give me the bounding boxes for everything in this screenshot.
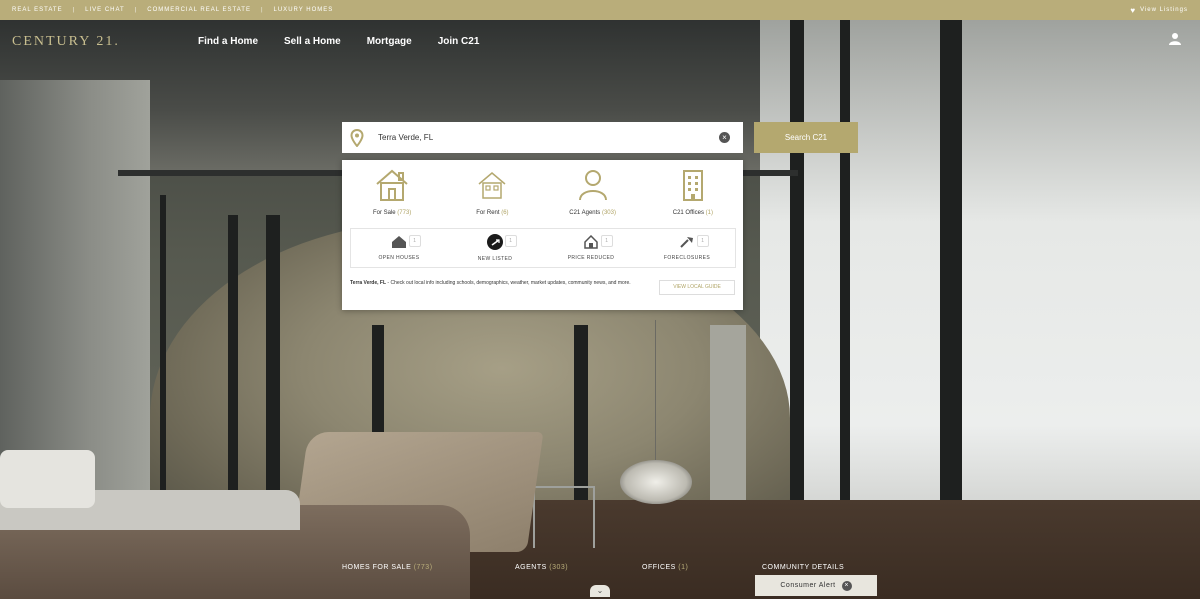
search-input[interactable]: [372, 127, 719, 148]
filter-price-reduced[interactable]: 1 Price Reduced: [543, 229, 639, 267]
heart-icon: ♥: [1130, 5, 1137, 15]
community-details-link[interactable]: Community Details: [762, 564, 844, 571]
window-frame: [266, 215, 280, 515]
search-button[interactable]: Search C21: [754, 122, 858, 153]
window-frame: [840, 20, 850, 580]
hanging-pod-chair: [620, 460, 692, 504]
user-account-icon[interactable]: [1168, 32, 1182, 46]
filter-label: Foreclosures: [663, 255, 711, 261]
office-icon: [682, 170, 703, 201]
category-row: For Sale (773) For Rent (6) C21 Agents (…: [342, 168, 743, 228]
separator: |: [72, 7, 76, 13]
view-listings-link[interactable]: ♥ View Listings: [1130, 0, 1188, 20]
local-info-description: Terra Verde, FL - Check out local info i…: [350, 280, 631, 286]
agents-link[interactable]: Agents (303): [515, 564, 568, 571]
utility-link-live-chat[interactable]: Live Chat: [85, 7, 125, 13]
nav-find-a-home[interactable]: Find a Home: [198, 36, 258, 47]
filter-count-badge: 1: [408, 235, 421, 247]
nav-sell-a-home[interactable]: Sell a Home: [284, 36, 341, 47]
category-label: For Rent (6): [476, 210, 509, 216]
filter-count-badge: 1: [696, 235, 709, 247]
main-nav: Find a Home Sell a Home Mortgage Join C2…: [198, 36, 479, 47]
filter-open-houses[interactable]: 1 Open Houses: [351, 229, 447, 267]
nav-join-c21[interactable]: Join C21: [438, 36, 480, 47]
filter-label: Open Houses: [378, 255, 420, 261]
window-frame: [790, 20, 804, 580]
consumer-alert-label: Consumer Alert: [780, 582, 836, 589]
window-frame: [228, 215, 238, 515]
agent-icon: [578, 170, 607, 201]
pillow: [0, 450, 95, 508]
view-local-guide-button[interactable]: View Local Guide: [659, 280, 735, 295]
offices-link[interactable]: Offices (1): [642, 564, 688, 571]
rental-icon: [478, 172, 506, 199]
category-label: For Sale (773): [372, 210, 412, 216]
view-listings-label: View Listings: [1140, 7, 1188, 13]
new-listing-icon: [487, 234, 503, 250]
close-alert-icon[interactable]: ×: [841, 580, 852, 591]
filter-count-badge: 1: [600, 235, 613, 247]
category-label: C21 Agents (303): [569, 210, 616, 216]
location-search-bar: ×: [342, 122, 743, 153]
separator: |: [260, 7, 264, 13]
utility-link-commercial[interactable]: Commercial Real Estate: [147, 7, 251, 13]
side-table: [533, 486, 595, 548]
utility-links: Real Estate | Live Chat | Commercial Rea…: [12, 0, 333, 20]
category-for-rent[interactable]: For Rent (6): [442, 168, 542, 228]
filter-foreclosures[interactable]: 1 Foreclosures: [639, 229, 735, 267]
utility-link-luxury[interactable]: Luxury Homes: [274, 7, 334, 13]
nav-mortgage[interactable]: Mortgage: [367, 36, 412, 47]
window-frame: [160, 195, 166, 515]
category-offices[interactable]: C21 Offices (1): [643, 168, 743, 228]
category-for-sale[interactable]: For Sale (773): [342, 168, 442, 228]
location-pin-icon: [342, 122, 372, 153]
filter-new-listed[interactable]: 1 New Listed: [447, 229, 543, 267]
homes-for-sale-link[interactable]: Homes for Sale (773): [342, 564, 433, 571]
clear-search-icon[interactable]: ×: [719, 132, 730, 143]
foreclosure-icon: [680, 237, 693, 248]
house-icon: [376, 169, 408, 201]
utility-bar: Real Estate | Live Chat | Commercial Rea…: [0, 0, 1200, 20]
century21-logo[interactable]: CENTURY 21.: [12, 34, 120, 50]
open-house-icon: [392, 236, 406, 248]
category-agents[interactable]: C21 Agents (303): [543, 168, 643, 228]
separator: |: [134, 7, 138, 13]
search-suggestions-panel: For Sale (773) For Rent (6) C21 Agents (…: [342, 160, 743, 310]
scroll-down-icon[interactable]: ⌄: [590, 585, 610, 597]
utility-link-real-estate[interactable]: Real Estate: [12, 7, 63, 13]
price-reduced-icon: [584, 235, 598, 249]
filter-label: New Listed: [477, 256, 513, 262]
consumer-alert-button[interactable]: Consumer Alert ×: [755, 575, 877, 596]
pod-chair-wire: [655, 320, 656, 462]
category-label: C21 Offices (1): [672, 210, 713, 216]
filter-label: Price Reduced: [567, 255, 615, 261]
bottom-stats-bar: Homes for Sale (773) Agents (303) Office…: [0, 560, 1200, 576]
filter-count-badge: 1: [504, 235, 517, 247]
filter-row: 1 Open Houses 1 New Listed 1 Price Reduc…: [350, 228, 736, 268]
